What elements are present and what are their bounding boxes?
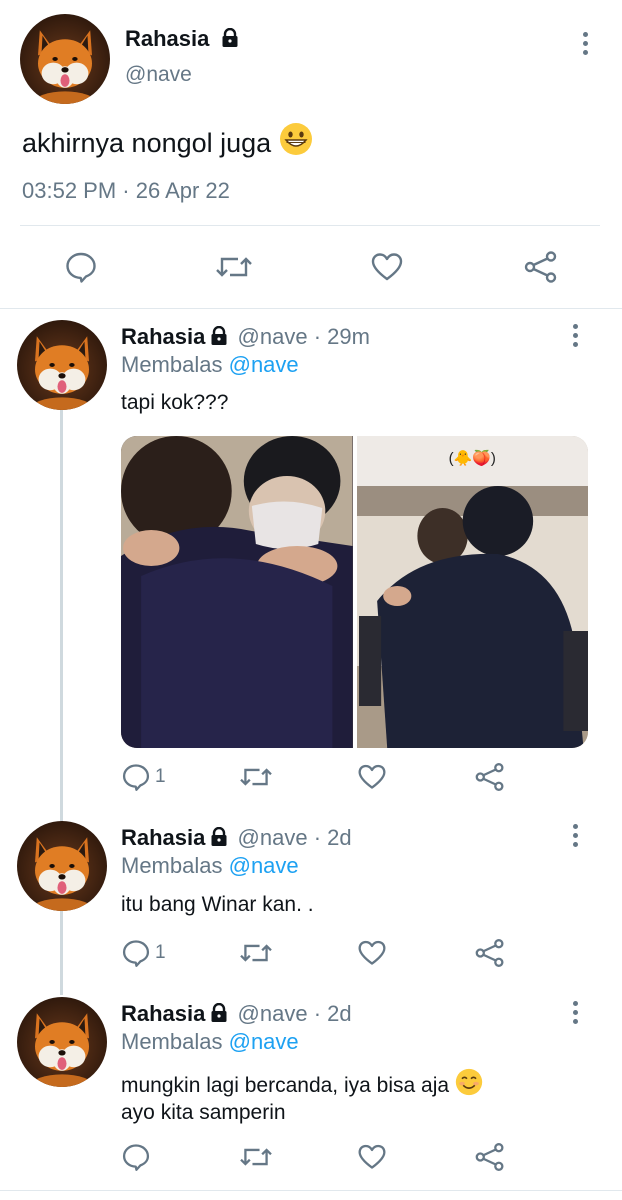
heart-icon bbox=[358, 1144, 386, 1169]
reply-button[interactable] bbox=[121, 1142, 151, 1172]
reply-button[interactable] bbox=[64, 250, 98, 284]
replying-to: Membalas @nave bbox=[121, 852, 299, 880]
heart-icon bbox=[358, 940, 386, 965]
display-name[interactable]: Rahasia bbox=[121, 825, 205, 850]
more-options-button[interactable] bbox=[563, 997, 587, 1027]
relative-time[interactable]: · 2d bbox=[314, 1001, 352, 1026]
reply-text-line: ayo kita samperin bbox=[121, 1101, 286, 1124]
replying-prefix: Membalas bbox=[121, 1029, 223, 1054]
retweet-icon bbox=[216, 257, 252, 277]
share-button[interactable] bbox=[474, 762, 506, 792]
speech-bubble-icon bbox=[122, 764, 150, 791]
handle[interactable]: @nave bbox=[238, 1001, 308, 1026]
timestamp-divider bbox=[20, 225, 600, 226]
like-button[interactable] bbox=[357, 938, 387, 968]
smiling-emoji-icon bbox=[455, 1068, 483, 1096]
heart-icon bbox=[371, 253, 403, 281]
tweet-text-content: akhirnya nongol juga bbox=[22, 128, 272, 158]
retweet-button[interactable] bbox=[239, 938, 273, 968]
share-button[interactable] bbox=[523, 250, 559, 284]
lock-icon bbox=[222, 28, 238, 47]
section-divider bbox=[0, 308, 622, 309]
media-image-left[interactable] bbox=[121, 436, 353, 748]
relative-time[interactable]: · 2d bbox=[314, 825, 352, 850]
lock-icon bbox=[211, 1003, 227, 1022]
reply-text: itu bang Winar kan. . bbox=[121, 893, 314, 916]
relative-time[interactable]: · 29m bbox=[314, 324, 370, 349]
media-caption: (🐥🍑) bbox=[448, 450, 496, 467]
share-icon bbox=[475, 939, 504, 967]
media-image-right[interactable]: (🐥🍑) bbox=[356, 436, 588, 748]
heart-icon bbox=[358, 764, 386, 789]
retweet-icon bbox=[240, 944, 272, 962]
retweet-icon bbox=[240, 1148, 272, 1166]
mention-link[interactable]: @nave bbox=[229, 1029, 299, 1054]
replying-prefix: Membalas bbox=[121, 853, 223, 878]
replying-to: Membalas @nave bbox=[121, 351, 299, 379]
reply-header: Rahasia @nave · 29m bbox=[121, 323, 370, 351]
retweet-button[interactable] bbox=[215, 250, 253, 284]
more-options-button[interactable] bbox=[573, 28, 597, 58]
main-author: Rahasia bbox=[125, 25, 239, 53]
share-icon bbox=[524, 251, 557, 283]
reply-count: 1 bbox=[155, 766, 166, 787]
reply-count: 1 bbox=[155, 942, 166, 963]
display-name[interactable]: Rahasia bbox=[121, 1001, 205, 1026]
media-grid[interactable]: (🐥🍑) bbox=[121, 436, 588, 748]
display-name[interactable]: Rahasia bbox=[121, 324, 205, 349]
retweet-button[interactable] bbox=[239, 762, 273, 792]
reply-text: tapi kok??? bbox=[121, 391, 229, 414]
share-button[interactable] bbox=[474, 938, 506, 968]
reply-button[interactable]: 1 bbox=[121, 762, 166, 792]
handle[interactable]: @nave bbox=[238, 825, 308, 850]
share-icon bbox=[475, 1143, 504, 1171]
avatar[interactable] bbox=[17, 997, 107, 1087]
reply-text: mungkin lagi bercanda, iya bisa aja ayo … bbox=[121, 1068, 483, 1126]
lock-icon bbox=[211, 326, 227, 345]
share-button[interactable] bbox=[474, 1142, 506, 1172]
handle[interactable]: @nave bbox=[238, 324, 308, 349]
display-name[interactable]: Rahasia bbox=[125, 26, 209, 51]
replying-prefix: Membalas bbox=[121, 352, 223, 377]
reply-header: Rahasia @nave · 2d bbox=[121, 824, 352, 852]
reply-header: Rahasia @nave · 2d bbox=[121, 1000, 352, 1028]
avatar[interactable] bbox=[17, 320, 107, 410]
like-button[interactable] bbox=[357, 762, 387, 792]
mention-link[interactable]: @nave bbox=[229, 352, 299, 377]
tweet-text: akhirnya nongol juga bbox=[22, 122, 313, 160]
more-options-button[interactable] bbox=[563, 320, 587, 350]
replying-to: Membalas @nave bbox=[121, 1028, 299, 1056]
speech-bubble-icon bbox=[122, 940, 150, 967]
speech-bubble-icon bbox=[122, 1144, 150, 1171]
like-button[interactable] bbox=[357, 1142, 387, 1172]
reply-button[interactable]: 1 bbox=[121, 938, 166, 968]
speech-bubble-icon bbox=[66, 252, 96, 283]
share-icon bbox=[475, 763, 504, 791]
more-options-button[interactable] bbox=[563, 820, 587, 850]
retweet-button[interactable] bbox=[239, 1142, 273, 1172]
avatar[interactable] bbox=[20, 14, 110, 104]
mention-link[interactable]: @nave bbox=[229, 853, 299, 878]
bottom-divider bbox=[0, 1190, 622, 1191]
timestamp[interactable]: 03:52 PM · 26 Apr 22 bbox=[22, 178, 230, 204]
retweet-icon bbox=[240, 768, 272, 786]
like-button[interactable] bbox=[370, 250, 404, 284]
avatar[interactable] bbox=[17, 821, 107, 911]
grinning-emoji-icon bbox=[279, 123, 312, 155]
lock-icon bbox=[211, 827, 227, 846]
reply-text-line: mungkin lagi bercanda, iya bisa aja bbox=[121, 1074, 450, 1097]
handle[interactable]: @nave bbox=[125, 63, 192, 87]
